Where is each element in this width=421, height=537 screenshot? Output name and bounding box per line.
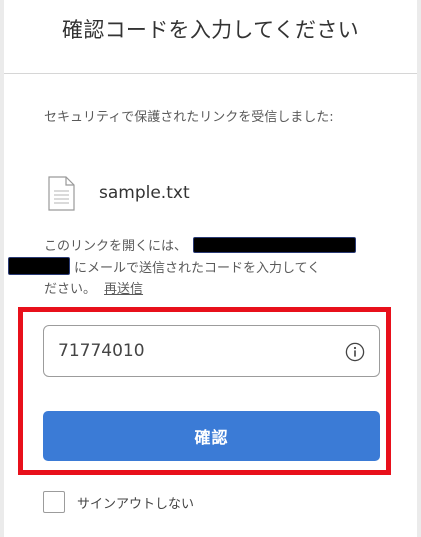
redacted-email bbox=[193, 237, 357, 253]
info-icon[interactable] bbox=[345, 342, 365, 362]
file-name: sample.txt bbox=[99, 183, 190, 203]
redacted-email-continued bbox=[8, 257, 70, 275]
stay-signed-in[interactable]: サインアウトしない bbox=[43, 490, 194, 514]
instructions-line-3: ださい。 bbox=[44, 282, 97, 297]
verification-code-input[interactable] bbox=[58, 326, 338, 376]
page-title: 確認コードを入力してください bbox=[62, 18, 359, 42]
stay-signed-in-checkbox[interactable] bbox=[43, 491, 65, 513]
header: 確認コードを入力してください bbox=[4, 0, 417, 74]
instructions-line-2: にメールで送信されたコードを入力してく bbox=[74, 261, 321, 276]
stay-signed-in-label[interactable]: サインアウトしない bbox=[77, 493, 194, 512]
confirm-button[interactable]: 確認 bbox=[43, 411, 380, 461]
instructions-line-1: このリンクを開くには、 bbox=[44, 239, 188, 254]
verification-code-field[interactable] bbox=[43, 325, 380, 377]
intro-text: セキュリティで保護されたリンクを受信しました: bbox=[44, 110, 334, 125]
instructions: このリンクを開くには、 にメールで送信されたコードを入力してく ださい。 再送信 bbox=[8, 236, 378, 300]
verification-card: 確認コードを入力してください セキュリティで保護されたリンクを受信しました: s… bbox=[4, 0, 417, 537]
resend-link[interactable]: 再送信 bbox=[104, 282, 143, 297]
document-icon bbox=[48, 175, 75, 211]
shared-file: sample.txt bbox=[48, 174, 190, 212]
